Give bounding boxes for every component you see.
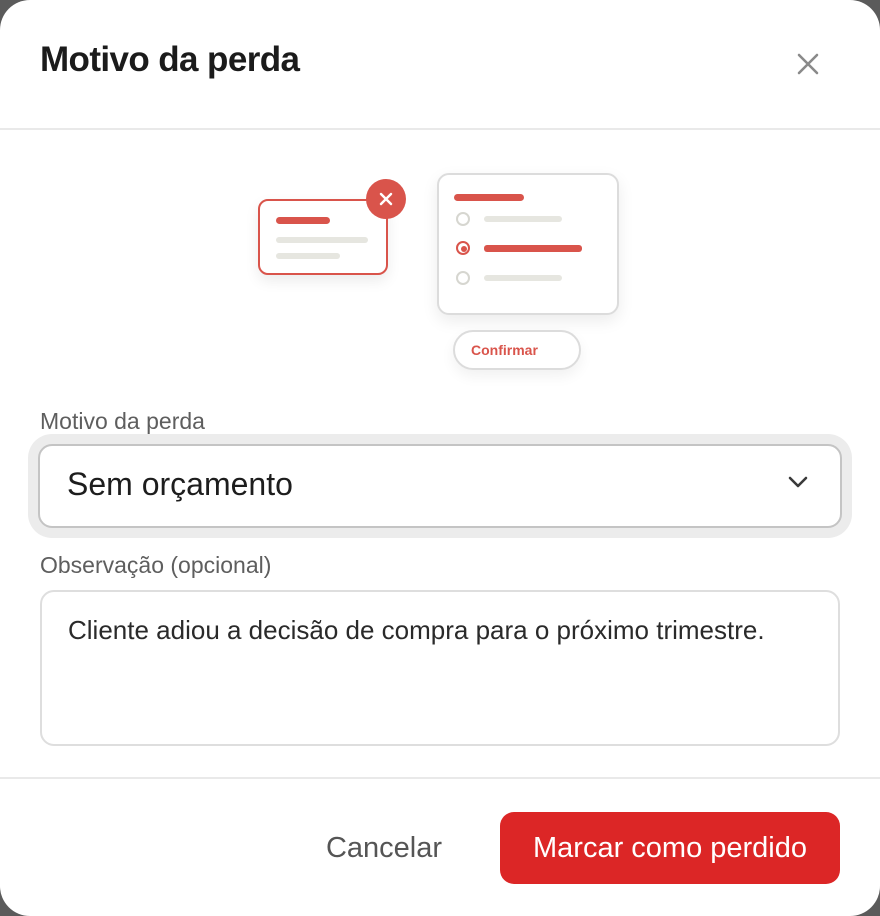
note-label: Observação (opcional): [40, 552, 272, 578]
note-textarea[interactable]: Cliente adiou a decisão de compra para o…: [40, 590, 840, 746]
close-icon: [797, 53, 819, 75]
illustration-card-options: [437, 173, 619, 315]
chevron-down-icon: [788, 476, 808, 488]
footer-divider: [0, 777, 880, 779]
x-badge-icon: [366, 179, 406, 219]
radio-selected-icon: [456, 241, 470, 255]
radio-icon: [456, 271, 470, 285]
mark-as-lost-button[interactable]: Marcar como perdido: [500, 812, 840, 884]
reason-label: Motivo da perda: [40, 408, 205, 434]
close-button[interactable]: [788, 44, 828, 84]
loss-reason-dialog: Motivo da perda Confirmar Motivo da perd…: [0, 0, 880, 916]
cancel-button[interactable]: Cancelar: [302, 812, 466, 884]
reason-select[interactable]: Sem orçamento: [38, 444, 842, 528]
illustration-card-rejected: [258, 199, 388, 275]
radio-icon: [456, 212, 470, 226]
reason-select-value: Sem orçamento: [67, 466, 293, 502]
dialog-title: Motivo da perda: [40, 40, 300, 79]
illustration-confirm-pill: Confirmar: [453, 330, 581, 370]
dialog-header: Motivo da perda: [0, 0, 880, 130]
loss-illustration: Confirmar: [250, 166, 630, 386]
